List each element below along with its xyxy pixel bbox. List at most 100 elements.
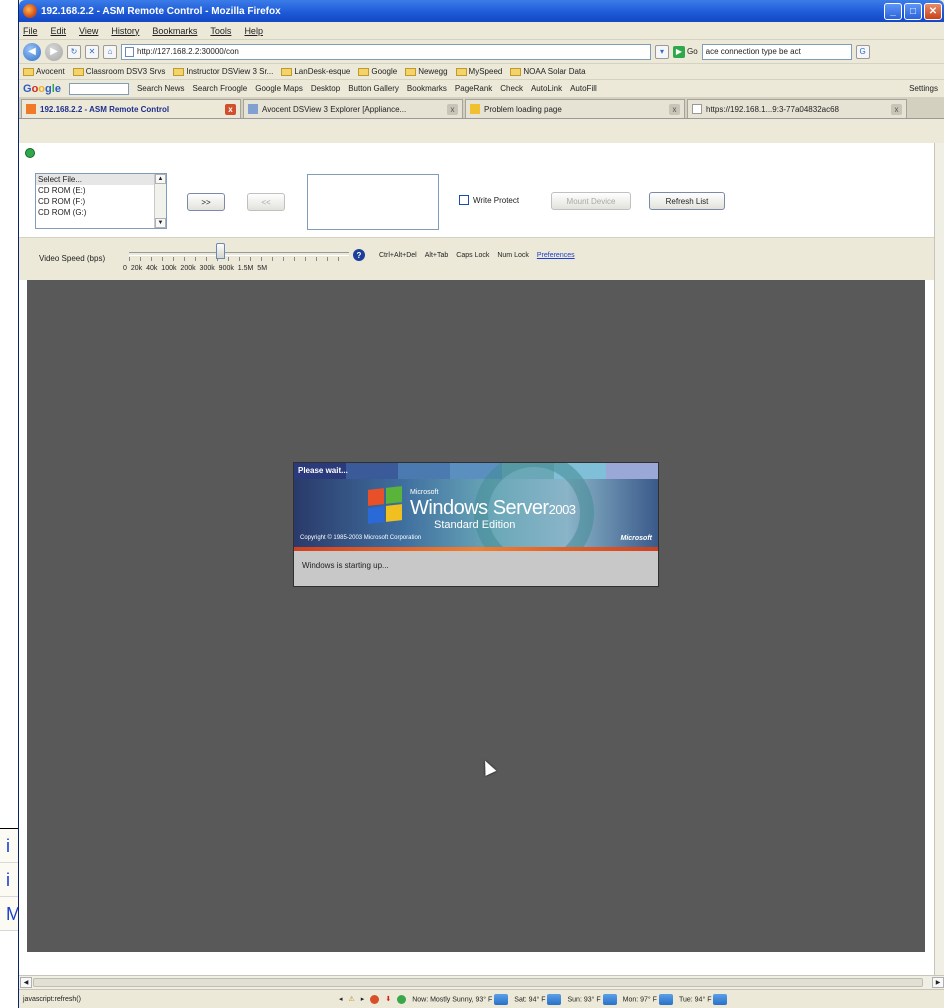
startup-message: Windows is starting up... (302, 561, 389, 570)
vertical-scrollbar[interactable] (934, 143, 944, 975)
maximize-button[interactable]: □ (904, 2, 922, 20)
forecast-day[interactable]: Tue: 94° F (679, 993, 728, 1005)
google-toolbar-item[interactable]: Check (500, 84, 523, 93)
minimize-button[interactable]: _ (884, 2, 902, 20)
list-item[interactable]: CD ROM (G:) (36, 207, 166, 218)
bookmark-item[interactable]: Avocent (23, 67, 65, 76)
url-text[interactable]: http://127.168.2.2:30000/con (137, 47, 239, 56)
horizontal-scroll-thumb[interactable] (33, 978, 923, 987)
close-button[interactable]: ✕ (924, 2, 942, 20)
google-toolbar-item[interactable]: Button Gallery (348, 84, 399, 93)
url-bar[interactable]: http://127.168.2.2:30000/con (121, 43, 651, 60)
status-bar: javascript:refresh() ◂ ⚠ ▸ ⬇ Now: Mostly… (19, 989, 944, 1008)
sliver-row: M (0, 897, 21, 931)
weather-now[interactable]: Now: Mostly Sunny, 93° F (412, 993, 509, 1005)
bookmark-item[interactable]: Classroom DSV3 Srvs (72, 67, 165, 76)
menu-view[interactable]: View (79, 26, 98, 36)
google-search-input[interactable] (68, 82, 129, 95)
tab-close-icon[interactable]: x (891, 103, 902, 115)
num-lock-button[interactable]: Num Lock (497, 252, 529, 259)
forward-icon[interactable]: ▶ (45, 42, 63, 61)
navigation-toolbar: ◀ ▶ ↻ ✕ ⌂ http://127.168.2.2:30000/con ▾… (19, 40, 944, 64)
google-toolbar-item[interactable]: PageRank (455, 84, 492, 93)
alt-tab-button[interactable]: Alt+Tab (425, 252, 449, 259)
next-icon[interactable]: ▸ (361, 995, 365, 1003)
scroll-up-icon[interactable]: ▲ (155, 174, 166, 184)
menu-edit[interactable]: Edit (51, 26, 67, 36)
scroll-down-icon[interactable]: ▼ (155, 218, 166, 228)
stop-icon[interactable]: ✕ (85, 44, 99, 59)
bookmarks-toolbar: Avocent Classroom DSV3 Srvs Instructor D… (19, 64, 944, 80)
tab-close-icon[interactable]: x (225, 103, 236, 115)
google-toolbar-item[interactable]: Google Maps (255, 84, 303, 93)
list-item[interactable]: CD ROM (F:) (36, 196, 166, 207)
write-protect-option[interactable]: Write Protect (459, 195, 519, 205)
google-toolbar-item[interactable]: Bookmarks (407, 84, 447, 93)
google-toolbar-item[interactable]: Search Froogle (193, 84, 248, 93)
menu-history[interactable]: History (111, 26, 139, 36)
list-item[interactable]: CD ROM (E:) (36, 185, 166, 196)
menu-bookmarks[interactable]: Bookmarks (152, 26, 197, 36)
forecast-day[interactable]: Mon: 97° F (623, 993, 673, 1005)
tab-https-appliance[interactable]: https://192.168.1...9:3-77a04832ac68 x (687, 99, 907, 118)
tab-close-icon[interactable]: x (669, 103, 680, 115)
bookmark-item[interactable]: Google (358, 67, 397, 76)
file-select-list[interactable]: Select File... CD ROM (E:) CD ROM (F:) C… (35, 173, 167, 229)
home-icon[interactable]: ⌂ (103, 44, 117, 59)
google-toolbar-item[interactable]: Desktop (311, 84, 340, 93)
list-item[interactable]: Select File... (36, 174, 166, 185)
list-scrollbar[interactable]: ▲ ▼ (154, 174, 166, 228)
warning-icon (470, 104, 480, 114)
google-toolbar-item[interactable]: AutoLink (531, 84, 562, 93)
bookmark-item[interactable]: MySpeed (455, 67, 502, 76)
forecast-day[interactable]: Sat: 94° F (514, 993, 562, 1005)
go-button[interactable]: ▶ Go (673, 45, 698, 58)
mount-device-button[interactable]: Mount Device (551, 192, 631, 210)
add-device-button[interactable]: >> (187, 193, 225, 211)
folder-icon (173, 67, 185, 76)
remote-screen[interactable]: Please wait... Microsoft Windows Server2… (27, 280, 925, 952)
tab-close-icon[interactable]: x (447, 103, 458, 115)
google-toolbar-item[interactable]: AutoFill (570, 84, 597, 93)
bookmark-item[interactable]: Instructor DSView 3 Sr... (173, 67, 273, 76)
addon-status-icon (397, 994, 407, 1004)
refresh-list-button[interactable]: Refresh List (649, 192, 725, 210)
forecast-day[interactable]: Sun: 93° F (567, 993, 617, 1005)
google-toolbar-item[interactable]: Search News (137, 84, 185, 93)
bookmark-item[interactable]: Newegg (405, 67, 448, 76)
help-icon[interactable]: ? (353, 249, 365, 261)
tab-problem-loading[interactable]: Problem loading page x (465, 99, 685, 118)
search-engine-icon[interactable]: G (855, 44, 870, 59)
menu-tools[interactable]: Tools (210, 26, 231, 36)
menu-help[interactable]: Help (244, 26, 263, 36)
write-protect-checkbox[interactable] (459, 195, 469, 205)
ctrl-alt-del-button[interactable]: Ctrl+Alt+Del (379, 252, 417, 259)
go-arrow-icon: ▶ (673, 45, 685, 58)
remove-device-button[interactable]: << (247, 193, 285, 211)
tab-asm-remote-control[interactable]: 192.168.2.2 - ASM Remote Control x (21, 99, 241, 118)
download-icon[interactable]: ⬇ (385, 995, 391, 1003)
google-settings-button[interactable]: Settings (909, 84, 944, 93)
scroll-left-icon[interactable]: ◀ (20, 977, 32, 988)
slider-ticks (129, 257, 349, 261)
bookmark-item[interactable]: NOAA Solar Data (510, 67, 586, 76)
tab-bar: 192.168.2.2 - ASM Remote Control x Avoce… (19, 98, 944, 119)
menu-file[interactable]: File (23, 26, 38, 36)
page-content: Select File... CD ROM (E:) CD ROM (F:) C… (19, 143, 935, 975)
preferences-link[interactable]: Preferences (537, 252, 575, 259)
scroll-right-icon[interactable]: ▶ (932, 977, 944, 988)
video-speed-slider[interactable] (129, 252, 349, 256)
bookmark-item[interactable]: LanDesk-esque (281, 67, 350, 76)
horizontal-scrollbar[interactable]: ◀ ▶ (19, 975, 944, 989)
title-bar: 192.168.2.2 - ASM Remote Control - Mozil… (19, 0, 944, 22)
slider-thumb[interactable] (216, 243, 225, 259)
copyright-text: Copyright © 1985-2003 Microsoft Corporat… (300, 535, 422, 541)
mounted-devices-list[interactable] (307, 174, 439, 230)
search-input[interactable]: ace connection type be act (701, 43, 852, 60)
back-icon[interactable]: ◀ (23, 42, 41, 61)
tab-dsview-explorer[interactable]: Avocent DSView 3 Explorer [Appliance... … (243, 99, 463, 118)
prev-icon[interactable]: ◂ (339, 995, 343, 1003)
url-dropdown-icon[interactable]: ▾ (655, 44, 669, 59)
reload-icon[interactable]: ↻ (67, 44, 81, 59)
caps-lock-button[interactable]: Caps Lock (456, 252, 489, 259)
